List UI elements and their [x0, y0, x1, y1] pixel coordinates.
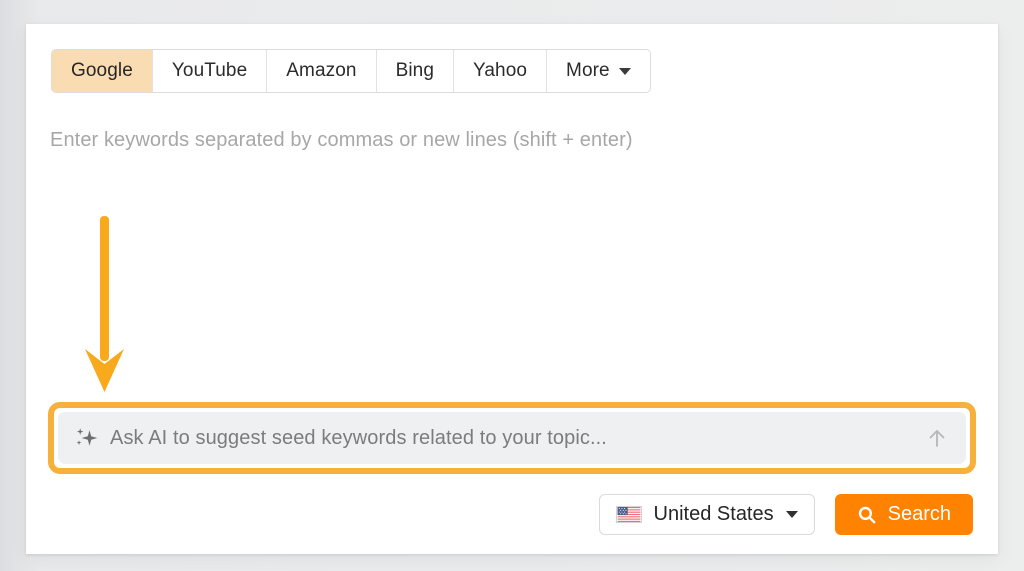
- page-root: Google YouTube Amazon Bing Yahoo More En…: [0, 0, 1024, 571]
- keyword-tool-card: Google YouTube Amazon Bing Yahoo More En…: [26, 24, 998, 554]
- search-button-label: Search: [887, 503, 951, 525]
- country-dropdown[interactable]: United States: [598, 494, 815, 535]
- tab-bing-label: Bing: [395, 60, 434, 81]
- ai-sparkle-icon: [74, 425, 100, 451]
- ai-prompt-placeholder: Ask AI to suggest seed keywords related …: [110, 426, 607, 449]
- tab-more-label: More: [566, 60, 610, 81]
- tab-yahoo-label: Yahoo: [473, 60, 528, 81]
- search-engine-tabs: Google YouTube Amazon Bing Yahoo More: [51, 49, 651, 93]
- tab-bing[interactable]: Bing: [376, 50, 454, 92]
- tab-amazon-label: Amazon: [286, 60, 357, 81]
- search-icon: [857, 505, 877, 525]
- chevron-down-icon: [618, 67, 631, 75]
- ai-seed-keywords-highlight: Ask AI to suggest seed keywords related …: [48, 402, 976, 474]
- tab-youtube[interactable]: YouTube: [152, 50, 268, 92]
- tab-amazon[interactable]: Amazon: [267, 50, 377, 92]
- search-button[interactable]: Search: [834, 494, 973, 535]
- tab-google-label: Google: [71, 60, 133, 81]
- us-flag-icon: [615, 506, 642, 523]
- tab-youtube-label: YouTube: [171, 60, 248, 81]
- keywords-input[interactable]: Enter keywords separated by commas or ne…: [50, 129, 633, 152]
- arrow-up-icon[interactable]: [924, 425, 950, 451]
- tab-more[interactable]: More: [547, 50, 650, 92]
- ai-prompt-input[interactable]: Ask AI to suggest seed keywords related …: [58, 412, 966, 464]
- tab-yahoo[interactable]: Yahoo: [454, 50, 548, 92]
- bottom-controls: United States Search: [598, 494, 973, 535]
- chevron-down-icon: [785, 511, 798, 518]
- tab-google[interactable]: Google: [52, 50, 153, 92]
- country-label: United States: [653, 503, 774, 525]
- down-arrow-annotation: [85, 216, 124, 392]
